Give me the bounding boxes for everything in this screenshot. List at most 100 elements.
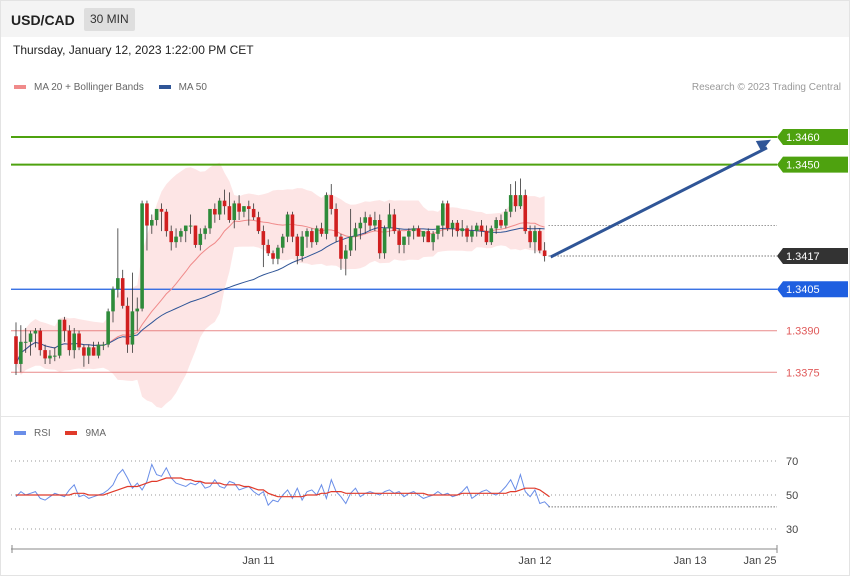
level-tag-1: 1.3450 [786,160,820,172]
candle-body [411,228,416,232]
candle-body [222,200,227,207]
candle-body [460,228,464,232]
candle-body [101,344,106,346]
candle-body [266,244,270,254]
candle-body [145,203,149,226]
candle-body [38,330,43,351]
candle-body [474,225,479,232]
candle-body [251,208,256,218]
candle-body [23,341,28,343]
candle-body [319,228,324,234]
level-tag-5: 1.3375 [786,367,820,379]
candle-body [329,195,334,209]
candle-body [504,211,508,226]
candle-body [450,222,455,229]
candle-body [518,195,523,207]
candle-body [368,217,372,226]
candle-body [159,208,164,212]
candle-body [290,214,295,237]
candle-body [179,231,183,237]
candle-body [489,228,494,243]
candle-body [344,250,348,259]
candle-body [416,228,421,237]
candle-body [33,330,38,334]
candle-body [237,203,241,212]
candle-body [310,231,314,243]
candle-body [508,195,513,212]
level-tag-2: 1.3417 [786,251,820,263]
candle-body [528,231,532,243]
candle-body [300,236,304,256]
candle-body [135,308,140,312]
candle-body [111,289,115,312]
candle-body [542,250,547,256]
rsi-tick-label-1: 50 [786,490,798,502]
candle-body [358,222,363,229]
candle-body [285,214,290,237]
candle-body [91,347,96,356]
candle-body [28,333,33,342]
candle-body [373,220,377,226]
candle-body [295,236,300,256]
candle-body [82,347,86,356]
candle-body [232,203,237,221]
candle-body [382,228,387,254]
candle-body [130,311,135,345]
candle-body [203,228,207,234]
candle-body [208,208,212,229]
candle-body [43,350,47,359]
candle-body [19,341,23,364]
candle-body [125,305,130,345]
candle-body [242,206,246,212]
chart-window: USD/CAD 30 MIN Thursday, January 12, 202… [0,0,850,576]
candle-body [339,236,343,259]
candle-body [431,233,435,243]
x-tick-label-2: Jan 13 [674,555,707,567]
candle-body [334,208,338,237]
candle-body [324,195,329,234]
candle-body [72,333,76,351]
candle-body [441,203,445,226]
candle-body [227,206,232,221]
candle-body [479,225,484,232]
candle-body [455,222,460,232]
candle-body [353,228,358,237]
candle-body [276,247,280,259]
candle-body [14,336,18,364]
candle-body [116,278,120,290]
candle-body [513,195,518,207]
candle-body [140,203,144,309]
candle-body [256,217,261,232]
candle-body [280,236,285,248]
candle-body [426,231,431,243]
candle-body [538,231,542,251]
candle-body [193,225,198,245]
level-tag-0: 1.3460 [786,132,820,144]
candle-body [363,217,367,223]
candle-body [150,220,154,226]
rsi-ma-line [16,477,550,498]
level-tag-4: 1.3390 [786,326,820,338]
x-tick-label-3: Jan 25 [743,555,776,567]
price-chart-svg: 1.3460 1.3450 1.3417 1.3405 1.3390 1.3375 70 50… [11,128,848,567]
candle-body [387,214,392,229]
rsi-line [15,462,550,508]
candle-body [183,225,188,232]
rsi-tick-label-2: 30 [786,524,798,536]
x-tick-label-1: Jan 12 [518,555,551,567]
candle-body [96,344,101,356]
candle-body [397,231,401,245]
candle-body [198,233,203,245]
x-tick-label-0: Jan 11 [242,555,274,567]
candle-body [470,231,474,237]
rsi-tick-label-0: 70 [786,456,798,468]
candle-body [348,236,353,251]
candle-body [305,231,309,237]
candle-body [484,231,489,243]
candle-body [174,236,178,243]
candle-body [421,231,426,237]
candle-body [53,355,57,357]
candle-body [217,200,222,215]
candle-body [271,253,275,259]
candle-body [261,231,266,245]
